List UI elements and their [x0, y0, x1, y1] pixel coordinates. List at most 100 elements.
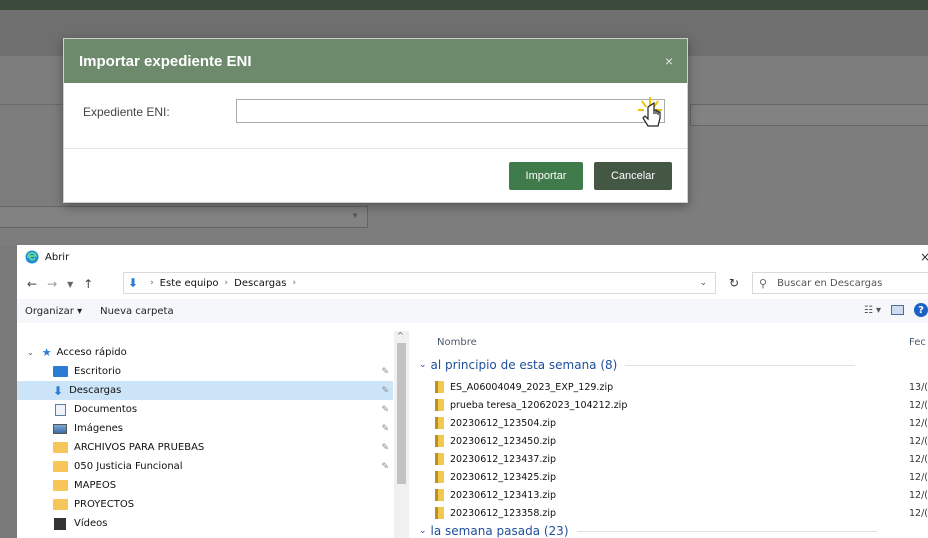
tree-item-label: MAPEOS	[74, 480, 117, 491]
zip-file-icon	[435, 453, 444, 465]
search-box[interactable]: ⚲ Buscar en Descargas	[752, 272, 928, 294]
tree-item-descargas[interactable]: ⬇ Descargas ✎	[17, 381, 393, 400]
import-button[interactable]: Importar	[509, 162, 583, 190]
tree-item-proyectos[interactable]: PROYECTOS	[17, 495, 393, 514]
file-row[interactable]: 20230612_123504.zip	[435, 415, 556, 431]
download-icon: ⬇	[128, 276, 139, 290]
address-dropdown-chevron-icon[interactable]: ⌄	[699, 278, 707, 288]
collapse-chevron-icon[interactable]: ⌄	[419, 526, 427, 536]
tree-item-videos[interactable]: Vídeos	[17, 514, 393, 533]
back-arrow-icon[interactable]: ←	[27, 277, 37, 291]
hand-cursor-icon	[638, 97, 662, 127]
group-header[interactable]: ⌄ la semana pasada (23)	[419, 524, 877, 538]
dialog-titlebar: Abrir ×	[17, 245, 928, 269]
navigation-scrollbar[interactable]: ^	[394, 331, 409, 538]
dialog-title: Abrir	[45, 251, 70, 263]
file-name: prueba teresa_12062023_104212.zip	[450, 399, 628, 411]
organize-menu-button[interactable]: Organizar ▾	[25, 306, 82, 317]
import-eni-modal: Importar expediente ENI × Expediente ENI…	[63, 38, 688, 203]
file-row[interactable]: 20230612_123450.zip	[435, 433, 556, 449]
group-label: la semana pasada (23)	[430, 524, 569, 538]
file-row[interactable]: 20230612_123358.zip	[435, 505, 556, 521]
background-select-field: ▼	[0, 206, 368, 228]
tree-item-label: Escritorio	[74, 366, 121, 377]
file-date: 12/(	[909, 454, 928, 465]
address-bar[interactable]: ⬇ › Este equipo › Descargas › ⌄	[123, 272, 716, 294]
video-icon	[54, 517, 66, 530]
preview-pane-icon[interactable]	[891, 305, 904, 315]
folder-icon	[53, 442, 68, 453]
file-list-pane: Nombre Fec ⌄ al principio de esta semana…	[409, 331, 928, 538]
help-icon[interactable]: ?	[914, 303, 928, 317]
toolbar-right-group: ☷ ▾ ?	[864, 303, 928, 317]
file-row[interactable]: ES_A06004049_2023_EXP_129.zip	[435, 379, 613, 395]
expand-chevron-icon[interactable]: ⌄	[27, 348, 34, 357]
modal-body: Expediente ENI:	[64, 83, 687, 149]
tree-item-label: ARCHIVOS PARA PRUEBAS	[74, 442, 205, 453]
zip-file-icon	[435, 489, 444, 501]
pin-icon: ✎	[381, 461, 389, 472]
tree-item-escritorio[interactable]: Escritorio ✎	[17, 362, 393, 381]
file-date: 12/(	[909, 436, 928, 447]
tree-item-acceso-rapido[interactable]: ⌄ ★ Acceso rápido	[17, 343, 393, 362]
collapse-chevron-icon[interactable]: ⌄	[419, 360, 427, 370]
cancel-button[interactable]: Cancelar	[594, 162, 672, 190]
file-row[interactable]: 20230612_123437.zip	[435, 451, 556, 467]
file-row[interactable]: 20230612_123413.zip	[435, 487, 556, 503]
tree-item-imagenes[interactable]: Imágenes ✎	[17, 419, 393, 438]
group-header[interactable]: ⌄ al principio de esta semana (8)	[419, 358, 856, 372]
tree-item-050-justicia-funcional[interactable]: 050 Justicia Funcional ✎	[17, 457, 393, 476]
pin-icon: ✎	[381, 366, 389, 377]
breadcrumb-separator-icon: ›	[224, 278, 229, 288]
group-divider	[625, 364, 856, 366]
file-row[interactable]: 20230612_123425.zip	[435, 469, 556, 485]
tree-item-label: 050 Justicia Funcional	[74, 461, 183, 472]
expediente-eni-label: Expediente ENI:	[83, 105, 170, 119]
tree-item-archivos-para-pruebas[interactable]: ARCHIVOS PARA PRUEBAS ✎	[17, 438, 393, 457]
file-name: 20230612_123450.zip	[450, 435, 557, 447]
tree-item-documentos[interactable]: Documentos ✎	[17, 400, 393, 419]
up-arrow-icon[interactable]: ↑	[83, 277, 93, 291]
zip-file-icon	[435, 435, 444, 447]
view-options-icon[interactable]: ☷ ▾	[864, 305, 881, 316]
open-file-dialog: Abrir × ← → ▼ ↑ ⬇ › Este equipo › Descar…	[17, 245, 928, 538]
app-top-bar	[0, 0, 928, 10]
modal-footer: Importar Cancelar	[64, 149, 687, 204]
tree-item-mapeos[interactable]: MAPEOS	[17, 476, 393, 495]
close-icon[interactable]: ×	[665, 53, 673, 69]
file-row[interactable]: prueba teresa_12062023_104212.zip	[435, 397, 627, 413]
navigation-pane: ⌄ ★ Acceso rápido Escritorio ✎ ⬇ Descarg…	[17, 331, 409, 538]
chevron-down-icon: ▼	[351, 211, 359, 220]
breadcrumb-este-equipo[interactable]: Este equipo	[160, 278, 219, 289]
zip-file-icon	[435, 417, 444, 429]
group-label: al principio de esta semana (8)	[430, 358, 618, 372]
tree-item-label: Descargas	[69, 385, 122, 396]
background-input-field	[690, 104, 928, 126]
breadcrumb-descargas[interactable]: Descargas	[234, 278, 286, 289]
tree-item-label: Documentos	[74, 404, 138, 415]
star-icon: ★	[41, 346, 52, 359]
folder-icon	[53, 461, 68, 472]
search-icon: ⚲	[759, 276, 768, 290]
refresh-icon[interactable]: ↻	[721, 272, 747, 294]
file-name: 20230612_123437.zip	[450, 453, 557, 465]
scroll-up-chevron-icon[interactable]: ^	[397, 331, 404, 340]
expediente-eni-file-input[interactable]	[236, 99, 665, 123]
breadcrumb-separator-icon: ›	[150, 278, 154, 288]
download-icon: ⬇	[53, 383, 64, 398]
recent-locations-chevron-icon[interactable]: ▼	[67, 280, 73, 289]
breadcrumb-separator-icon: ›	[292, 278, 297, 288]
scrollbar-thumb[interactable]	[397, 343, 406, 484]
column-header-nombre[interactable]: Nombre	[437, 337, 477, 348]
forward-arrow-icon[interactable]: →	[47, 277, 57, 291]
new-folder-button[interactable]: Nueva carpeta	[100, 306, 173, 317]
pin-icon: ✎	[381, 442, 389, 453]
background-divider	[0, 104, 63, 105]
column-header-fecha[interactable]: Fec	[909, 337, 926, 348]
edge-browser-icon	[25, 250, 39, 264]
zip-file-icon	[435, 507, 444, 519]
file-name: ES_A06004049_2023_EXP_129.zip	[450, 381, 614, 393]
file-date: 12/(	[909, 490, 928, 501]
dialog-close-icon[interactable]: ×	[920, 250, 928, 264]
group-divider	[576, 530, 877, 532]
